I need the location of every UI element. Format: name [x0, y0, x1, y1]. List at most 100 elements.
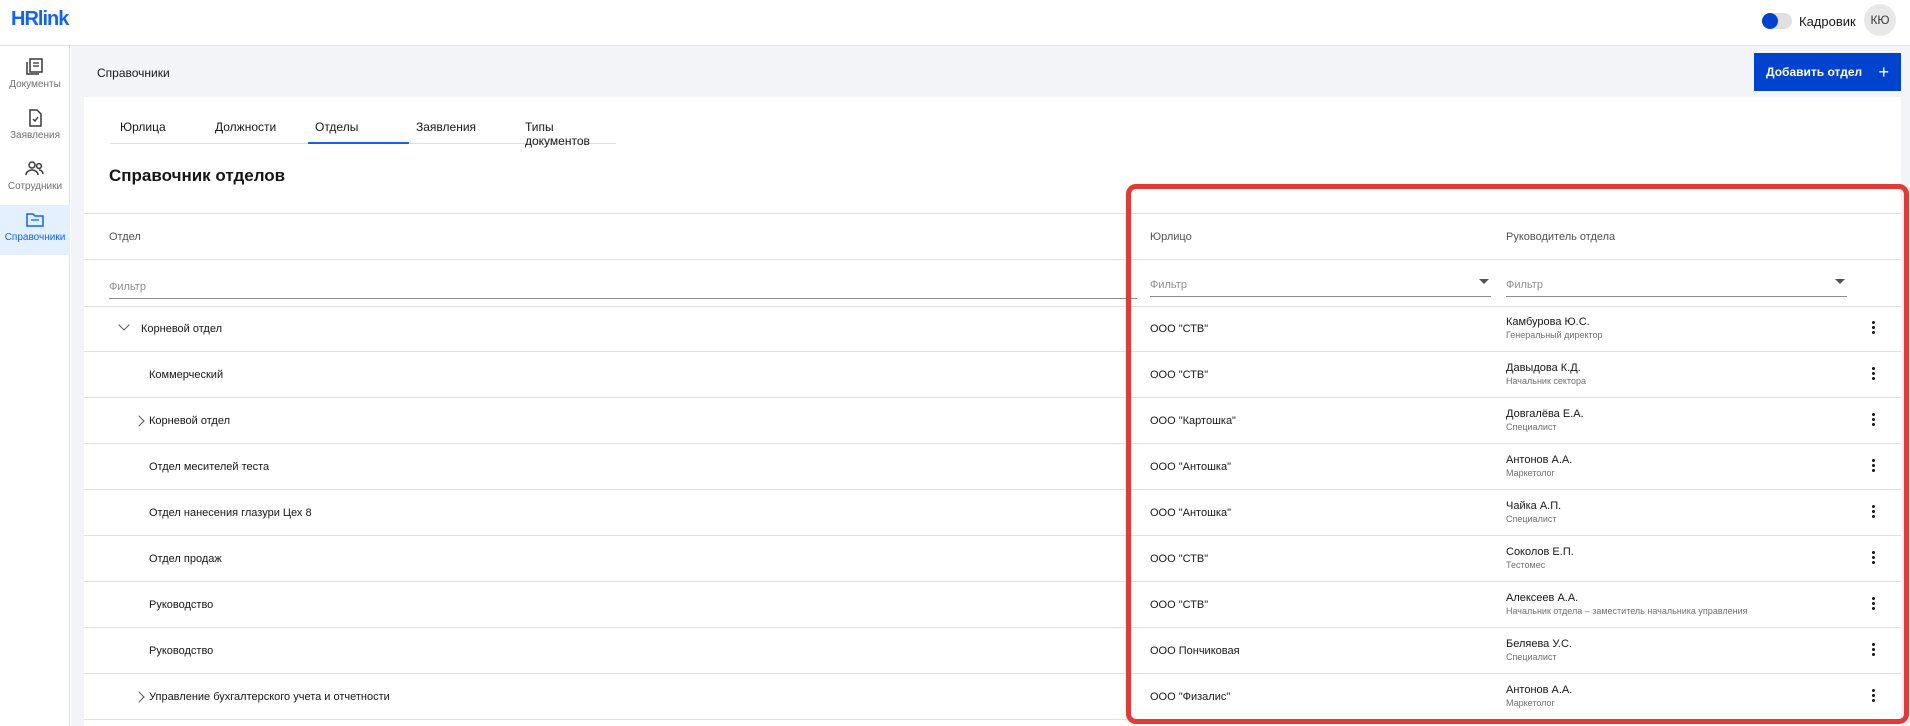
department-filter-input[interactable]: Фильтр	[109, 277, 1137, 299]
manager-name: Довгалёва Е.А.	[1506, 408, 1584, 420]
manager-position: Начальник отдела – заместитель начальник…	[1506, 606, 1748, 616]
manager-cell: Довгалёва Е.А. Специалист	[1506, 408, 1584, 432]
add-button-label: Добавить отдел	[1766, 65, 1863, 79]
avatar[interactable]: КЮ	[1864, 4, 1896, 36]
column-header-department[interactable]: Отдел	[109, 231, 141, 243]
overflow-menu-icon[interactable]	[1868, 689, 1878, 707]
manager-name: Чайка А.П.	[1506, 500, 1562, 512]
table-row[interactable]: Отдел месителей теста ООО "Антошка" Антоно…	[84, 445, 1901, 490]
legal-entity: ООО "Антошка"	[1150, 507, 1231, 519]
legal-entity: ООО "Антошка"	[1150, 461, 1231, 473]
legal-entity: ООО "СТВ"	[1150, 599, 1209, 611]
manager-cell: Чайка А.П. Специалист	[1506, 500, 1561, 524]
overflow-menu-icon[interactable]	[1868, 321, 1878, 339]
column-header-manager[interactable]: Руководитель отдела	[1506, 231, 1615, 243]
tab-bar: Юрлица Должности Отделы Заявления Типы д…	[110, 114, 616, 148]
column-header-entity[interactable]: Юрлицо	[1150, 231, 1192, 243]
legal-entity: ООО "СТВ"	[1150, 323, 1209, 335]
table-row[interactable]: Отдел продаж ООО "СТВ" Соколов Е.П. Тестоме…	[84, 537, 1901, 582]
manager-position: Маркетолог	[1506, 698, 1555, 708]
table-row[interactable]: Руководство ООО "СТВ" Алексеев А.А. Начальн…	[84, 583, 1901, 628]
legal-entity: ООО "Физалис"	[1150, 691, 1231, 703]
entity-filter-select[interactable]: Фильтр	[1150, 275, 1491, 297]
tab-departments[interactable]: Отделы	[308, 114, 409, 144]
page-title: Справочник отделов	[109, 166, 286, 185]
folder-icon	[26, 213, 44, 227]
overflow-menu-icon[interactable]	[1868, 597, 1878, 615]
manager-name: Камбурова Ю.С.	[1506, 316, 1590, 328]
overflow-menu-icon[interactable]	[1868, 413, 1878, 431]
department-name: Корневой отдел	[141, 323, 223, 335]
manager-cell: Алексеев А.А. Начальник отдела – заместит…	[1506, 592, 1748, 616]
legal-entity: ООО "Картошка"	[1150, 415, 1236, 427]
table-row[interactable]: Руководство ООО Пончиковая Беляева У.С. Спе…	[84, 629, 1901, 674]
manager-position: Специалист	[1506, 514, 1557, 524]
documents-icon	[26, 58, 43, 75]
manager-cell: Соколов Е.П. Тестомес	[1506, 546, 1574, 570]
manager-position: Генеральный директор	[1506, 330, 1603, 340]
table-row[interactable]: Корневой отдел ООО "СТВ" Камбурова Ю.С. Ген…	[84, 307, 1901, 352]
breadcrumb[interactable]: Справочники	[97, 66, 170, 80]
application-icon	[29, 109, 42, 127]
sidebar-item-directories[interactable]: Справочники	[0, 205, 70, 255]
tab-applications[interactable]: Заявления	[409, 114, 509, 144]
toggle-knob	[1762, 13, 1778, 29]
manager-position: Специалист	[1506, 652, 1557, 662]
table-row[interactable]: Отдел нанесения глазури Цех 8 ООО "Антошк…	[84, 491, 1901, 536]
manager-name: Соколов Е.П.	[1506, 546, 1574, 558]
overflow-menu-icon[interactable]	[1868, 551, 1878, 569]
manager-position: Тестомес	[1506, 560, 1546, 570]
overflow-menu-icon[interactable]	[1868, 367, 1878, 385]
department-name: Отдел нанесения глазури Цех 8	[149, 507, 312, 519]
department-name: Руководство	[149, 599, 214, 611]
manager-position: Маркетолог	[1506, 468, 1555, 478]
department-name: Отдел месителей теста	[149, 461, 270, 473]
table-row[interactable]: Корневой отдел ООО "Картошка" Довгалёва Е.…	[84, 399, 1901, 444]
sidebar-item-label: Справочники	[4, 232, 66, 243]
sidebar-item-documents[interactable]: Документы	[0, 52, 70, 102]
sidebar-item-label: Сотрудники	[7, 181, 63, 192]
app-logo[interactable]: HRlink	[11, 8, 69, 31]
legal-entity: ООО "СТВ"	[1150, 369, 1209, 381]
chevron-down-icon[interactable]	[118, 319, 130, 331]
chevron-right-icon[interactable]	[133, 691, 145, 703]
department-name: Корневой отдел	[149, 415, 231, 427]
legal-entity: ООО "СТВ"	[1150, 553, 1209, 565]
chevron-right-icon[interactable]	[133, 415, 145, 427]
caret-down-icon	[1835, 279, 1845, 284]
filter-placeholder: Фильтр	[1150, 279, 1187, 291]
tab-legal-entities[interactable]: Юрлица	[115, 114, 205, 144]
plus-icon: +	[1878, 62, 1889, 82]
filter-placeholder: Фильтр	[1506, 279, 1543, 291]
manager-filter-select[interactable]: Фильтр	[1506, 275, 1847, 297]
manager-position: Начальник сектора	[1506, 376, 1586, 386]
top-bar: HRlink Кадровик КЮ	[0, 0, 1910, 46]
sidebar-item-label: Документы	[9, 79, 61, 90]
manager-cell: Антонов А.А. Маркетолог	[1506, 684, 1572, 708]
department-name: Коммерческий	[149, 369, 224, 381]
caret-down-icon	[1479, 279, 1489, 284]
tab-document-types[interactable]: Типы документов	[509, 114, 616, 148]
department-name: Управление бухгалтерского учета и отчетн…	[149, 691, 390, 703]
department-name: Отдел продаж	[149, 553, 222, 565]
sidebar-item-applications[interactable]: Заявления	[0, 103, 70, 153]
overflow-menu-icon[interactable]	[1868, 643, 1878, 661]
filter-placeholder: Фильтр	[109, 281, 146, 293]
role-toggle[interactable]	[1762, 13, 1792, 29]
overflow-menu-icon[interactable]	[1868, 505, 1878, 523]
add-department-button[interactable]: Добавить отдел +	[1754, 53, 1901, 91]
divider	[84, 213, 1901, 214]
department-name: Руководство	[149, 645, 214, 657]
tab-positions[interactable]: Должности	[205, 114, 305, 144]
table-row[interactable]: Коммерческий ООО "СТВ" Давыдова К.Д. Началь…	[84, 353, 1901, 398]
overflow-menu-icon[interactable]	[1868, 459, 1878, 477]
manager-name: Беляева У.С.	[1506, 638, 1572, 650]
manager-cell: Антонов А.А. Маркетолог	[1506, 454, 1572, 478]
sidebar: Документы Заявления Сотрудники Справочни…	[0, 46, 70, 726]
manager-cell: Беляева У.С. Специалист	[1506, 638, 1572, 662]
sidebar-item-employees[interactable]: Сотрудники	[0, 154, 70, 204]
sidebar-item-label: Заявления	[9, 130, 61, 141]
manager-name: Алексеев А.А.	[1506, 592, 1579, 604]
people-icon	[25, 161, 44, 176]
table-row[interactable]: Управление бухгалтерского учета и отчетн…	[84, 675, 1901, 720]
